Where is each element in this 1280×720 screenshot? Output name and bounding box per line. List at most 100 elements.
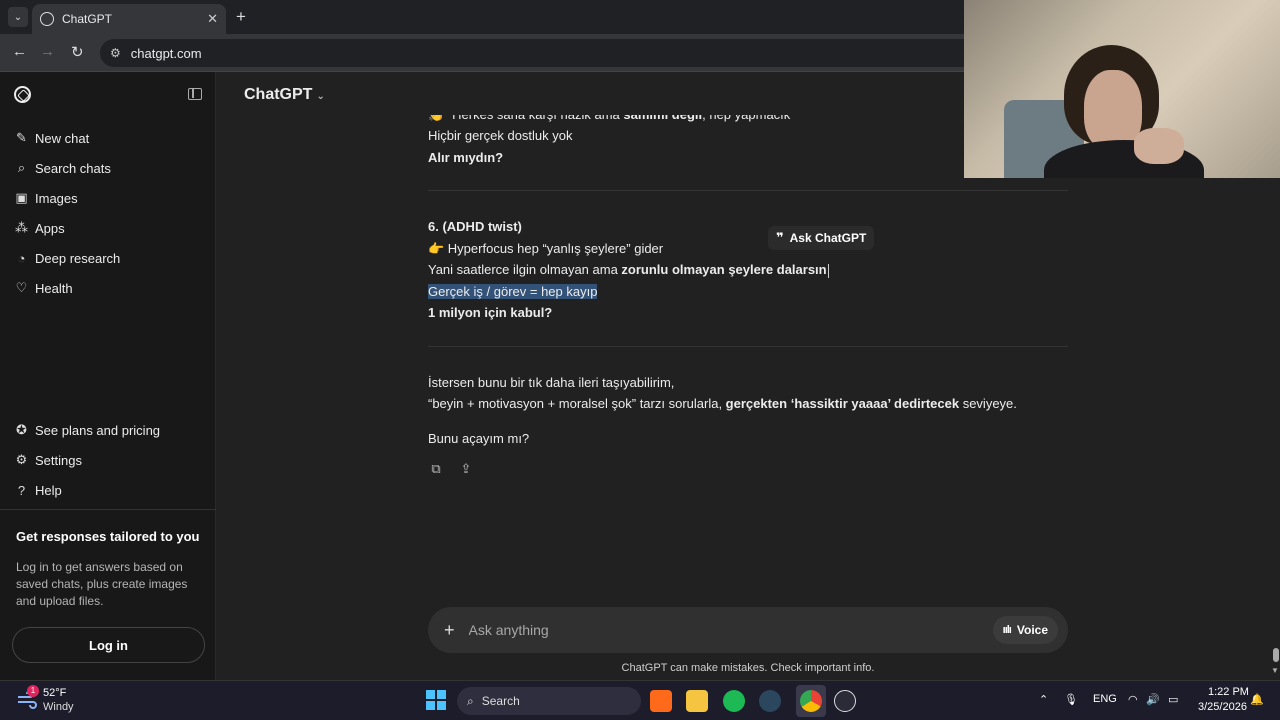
message-question: Alır mıydın? <box>428 150 504 165</box>
wifi-icon[interactable]: ◠ <box>1128 693 1138 706</box>
tab-search-button[interactable]: ⌄ <box>8 7 28 27</box>
sidebar-item-label: See plans and pricing <box>35 422 161 438</box>
search-icon: ⌕ <box>467 693 474 708</box>
spotify-icon[interactable] <box>723 690 745 712</box>
sidebar-toggle-icon[interactable] <box>188 88 202 100</box>
section-divider <box>428 346 1068 347</box>
ask-chatgpt-button[interactable]: ❞ Ask ChatGPT <box>768 226 875 250</box>
weather-badge: 1 <box>27 685 39 697</box>
message-bold: samimi değil <box>623 107 703 122</box>
selected-text[interactable]: Gerçek iş / görev = hep kayıp <box>428 284 598 299</box>
volume-icon[interactable]: 🔊 <box>1146 693 1160 706</box>
heart-icon: ♡ <box>15 280 28 295</box>
composer: + ıılı Voice <box>428 607 1068 653</box>
attach-plus-icon[interactable]: + <box>444 620 455 641</box>
plans-icon: ✪ <box>16 422 27 437</box>
disclaimer: ChatGPT can make mistakes. Check importa… <box>621 662 875 674</box>
taskbar: 1 52°F Windy ⌕ Search ⌃ 🎙 ENG ◠ 🔊 ▭ 1:22… <box>0 680 1280 720</box>
message-text: seviyeye. <box>959 396 1017 411</box>
voice-wave-icon: ıılı <box>1002 624 1012 636</box>
app-store-icon[interactable] <box>650 690 672 712</box>
scrollbar[interactable]: ▼ <box>1270 642 1280 680</box>
message-bold: gerçekten ‘hassiktir yaaaa’ dedirtecek <box>725 396 960 411</box>
steam-icon[interactable] <box>759 690 781 712</box>
message-bold: zorunlu olmayan şeylere dalarsın <box>621 262 827 277</box>
message-text: , hep yapmacık <box>702 107 791 122</box>
new-chat-icon: ✎ <box>16 130 27 145</box>
text-caret <box>827 263 829 278</box>
sidebar-item-label: Apps <box>35 220 65 236</box>
forward-button[interactable]: → <box>40 43 55 60</box>
chrome-icon[interactable] <box>800 690 822 712</box>
ask-chatgpt-label: Ask ChatGPT <box>789 231 867 245</box>
message-text: “beyin + motivasyon + moralsel şok” tarz… <box>428 396 726 411</box>
obs-icon[interactable] <box>834 690 856 712</box>
new-tab-button[interactable]: + <box>236 7 246 27</box>
scroll-down-arrow-icon[interactable]: ▼ <box>1271 666 1279 675</box>
voice-button[interactable]: ıılı Voice <box>992 616 1058 644</box>
tab-title: ChatGPT <box>62 12 113 26</box>
openai-logo-icon[interactable] <box>14 86 31 103</box>
sidebar-item-search-chats[interactable]: ⌕ Search chats <box>8 154 208 182</box>
section-title: 6. (ADHD twist) <box>428 219 522 234</box>
sidebar-divider <box>0 509 216 510</box>
message-line: 👉 Hyperfocus hep “yanlış şeylere” gider <box>428 241 664 256</box>
message-line: Yani saatlerce ilgin olmayan ama zorunlu… <box>428 262 829 278</box>
clock-time[interactable]: 1:22 PM <box>1208 686 1249 698</box>
url-text: chatgpt.com <box>130 45 202 61</box>
message-line-cut: 👏 “Herkes sana karşı nazik ama samimi de… <box>428 107 791 123</box>
reload-button[interactable]: ↻ <box>71 43 84 61</box>
taskbar-search[interactable]: ⌕ Search <box>457 687 641 715</box>
scrollbar-thumb[interactable] <box>1273 648 1279 662</box>
clap-emoji: 👏 “ <box>428 107 453 122</box>
share-icon[interactable]: ⇪ <box>458 461 474 477</box>
windows-start-icon[interactable] <box>426 690 446 710</box>
sidebar-item-new-chat[interactable]: ✎ New chat <box>8 124 208 152</box>
message-line: Bunu açayım mı? <box>428 431 530 446</box>
sidebar: ✎ New chat ⌕ Search chats ▣ Images ⁂ App… <box>0 72 216 680</box>
tray-overflow-icon[interactable]: ⌃ <box>1039 693 1048 706</box>
back-button[interactable]: ← <box>12 43 27 60</box>
prompt-input[interactable] <box>468 622 993 638</box>
notification-icon[interactable]: 🔔 <box>1250 693 1264 706</box>
message-line: “beyin + motivasyon + moralsel şok” tarz… <box>428 396 1017 411</box>
sidebar-item-apps[interactable]: ⁂ Apps <box>8 214 208 242</box>
promo-title: Get responses tailored to you <box>16 529 200 544</box>
sidebar-item-deep-research[interactable]: ◔ Deep research <box>8 244 208 272</box>
copy-icon[interactable]: ⧉ <box>428 461 444 477</box>
chevron-down-icon: ⌄ <box>316 91 325 102</box>
section-divider <box>428 190 1068 191</box>
file-explorer-icon[interactable] <box>686 690 708 712</box>
weather-temp: 52°F <box>43 687 67 699</box>
sidebar-item-images[interactable]: ▣ Images <box>8 184 208 212</box>
close-tab-icon[interactable]: ✕ <box>207 11 218 27</box>
taskbar-search-label: Search <box>481 694 520 708</box>
sidebar-item-help[interactable]: ? Help <box>8 476 208 504</box>
sidebar-item-label: Search chats <box>35 160 111 176</box>
search-icon: ⌕ <box>17 160 26 175</box>
sidebar-item-plans[interactable]: ✪ See plans and pricing <box>8 416 208 444</box>
log-in-button[interactable]: Log in <box>12 627 205 663</box>
clock-date[interactable]: 3/25/2026 <box>1198 701 1247 713</box>
site-info-icon[interactable]: ⚙ <box>110 46 121 60</box>
quote-icon: ❞ <box>776 230 784 245</box>
message-text: Yani saatlerce ilgin olmayan ama <box>428 262 622 277</box>
language-indicator[interactable]: ENG <box>1093 693 1117 705</box>
gear-icon: ⚙ <box>15 452 28 467</box>
promo-text: Log in to get answers based on saved cha… <box>16 560 188 608</box>
voice-label: Voice <box>1016 623 1048 637</box>
sidebar-item-health[interactable]: ♡ Health <box>8 274 208 302</box>
deep-research-icon: ◔ <box>17 250 26 266</box>
message-line: İstersen bunu bir tık daha ileri taşıyab… <box>428 375 675 390</box>
sidebar-item-label: New chat <box>35 130 90 146</box>
sidebar-item-label: Images <box>35 190 78 206</box>
sidebar-item-label: Health <box>35 280 73 296</box>
model-name: ChatGPT <box>244 86 313 103</box>
browser-tab[interactable]: ChatGPT ✕ <box>32 4 226 34</box>
sidebar-item-settings[interactable]: ⚙ Settings <box>8 446 208 474</box>
sidebar-item-label: Help <box>35 482 62 498</box>
microphone-icon[interactable]: 🎙 <box>1064 693 1078 706</box>
model-selector[interactable]: ChatGPT ⌄ <box>244 86 325 104</box>
battery-icon[interactable]: ▭ <box>1168 693 1178 706</box>
weather-condition: Windy <box>43 701 74 713</box>
